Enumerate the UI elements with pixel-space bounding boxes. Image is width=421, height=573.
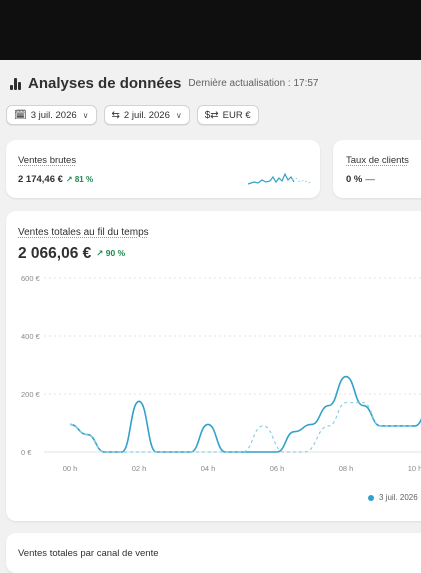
y-tick-label: 400 € (21, 332, 41, 341)
chart-legend: 3 juil. 2026 (368, 493, 418, 502)
sales-line-chart: 0 € 200 € 400 € 600 € 00 h 02 h 04 h 06 h 08 h 10… (21, 274, 421, 473)
sales-series-line (69, 375, 421, 453)
x-tick-label: 06 h (270, 464, 285, 473)
channel-sales-title: Ventes totales par canal de vente (18, 548, 159, 559)
legend-dot (368, 494, 374, 501)
x-tick-label: 00 h (63, 464, 78, 473)
y-tick-label: 0 € (21, 448, 32, 457)
comparison-series-line (69, 402, 415, 453)
legend-label: 3 juil. 2026 (379, 493, 418, 502)
y-tick-label: 600 € (21, 274, 41, 283)
x-tick-label: 08 h (339, 464, 354, 473)
x-tick-label: 04 h (201, 464, 216, 473)
y-tick-label: 200 € (21, 390, 41, 399)
x-tick-label: 10 h (408, 464, 421, 473)
x-tick-label: 02 h (132, 464, 147, 473)
